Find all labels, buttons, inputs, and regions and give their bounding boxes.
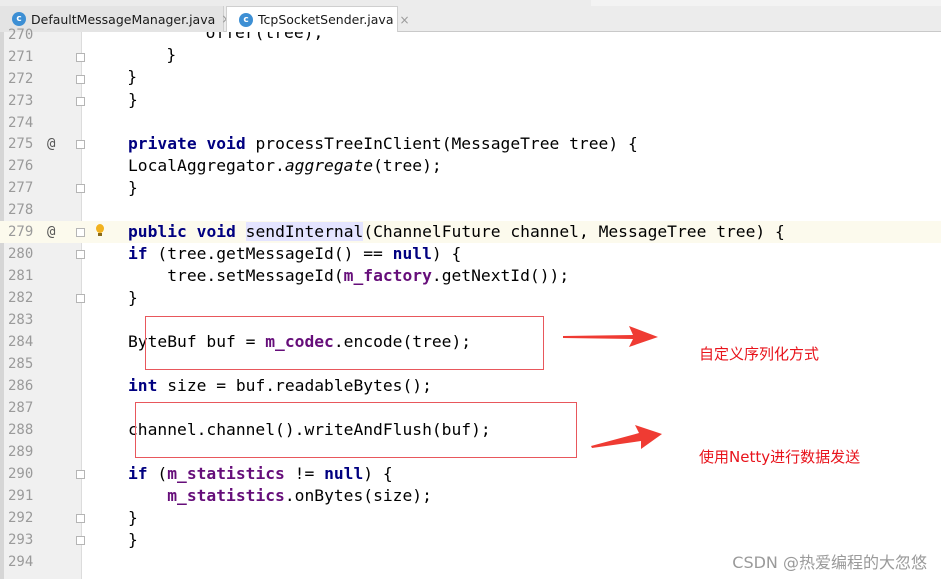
code-line: private void processTreeInClient(Message… xyxy=(128,134,638,153)
code-line: } xyxy=(128,178,138,197)
red-arrow-icon xyxy=(563,326,658,347)
code-line: } xyxy=(128,530,138,549)
line-number: 287 xyxy=(8,400,34,416)
line-number: 275 xyxy=(8,136,34,152)
line-number: 278 xyxy=(8,202,34,218)
tab-bar-empty-area xyxy=(591,0,941,6)
code-line: tree.setMessageId(m_factory.getNextId())… xyxy=(128,266,570,285)
code-line: } xyxy=(128,288,138,307)
class-c-icon: c xyxy=(239,12,253,27)
override-marker-icon[interactable]: @ xyxy=(47,221,55,243)
code-line: } xyxy=(128,90,138,109)
line-number: 274 xyxy=(8,115,34,131)
line-number: 293 xyxy=(8,532,34,548)
highlight-box-encode xyxy=(145,316,544,370)
tab-label: DefaultMessageManager.java xyxy=(31,11,216,27)
code-line: } xyxy=(128,508,138,527)
csdn-watermark: CSDN @热爱编程的大忽悠 xyxy=(732,553,927,572)
line-number: 283 xyxy=(8,312,34,328)
code-line: m_statistics.onBytes(size); xyxy=(167,486,432,505)
line-number: 271 xyxy=(8,49,34,65)
tab-label: TcpSocketSender.java xyxy=(258,12,394,27)
code-line: public void sendInternal(ChannelFuture c… xyxy=(128,222,785,241)
code-line: } xyxy=(88,67,138,86)
editor-tab-bar: c DefaultMessageManager.java × c TcpSock… xyxy=(0,0,941,32)
line-number: 272 xyxy=(8,71,34,87)
netty-note: 使用Netty进行数据发送 xyxy=(699,448,861,466)
line-number: 281 xyxy=(8,268,34,284)
line-number: 290 xyxy=(8,466,34,482)
code-editor[interactable]: offer(tree); } } } private void processT… xyxy=(82,32,941,579)
code-line: if (tree.getMessageId() == null) { xyxy=(128,244,462,263)
code-line: LocalAggregator.aggregate(tree); xyxy=(128,156,442,175)
line-number: 273 xyxy=(8,93,34,109)
override-marker-icon[interactable]: @ xyxy=(47,133,55,155)
red-arrow-icon xyxy=(591,425,662,449)
line-number: 277 xyxy=(8,180,34,196)
close-icon[interactable]: × xyxy=(400,13,410,27)
code-line: int size = buf.readableBytes(); xyxy=(128,376,432,395)
tab-default-message-manager[interactable]: c DefaultMessageManager.java × xyxy=(0,6,231,32)
highlight-box-write-flush xyxy=(135,402,577,458)
gutter-edge xyxy=(0,32,4,579)
code-line: } xyxy=(88,45,177,64)
line-number: 270 xyxy=(8,27,34,43)
serialization-note: 自定义序列化方式 xyxy=(699,345,820,363)
line-number: 282 xyxy=(8,290,34,306)
line-number: 280 xyxy=(8,246,34,262)
line-number: 294 xyxy=(8,554,34,570)
code-line: if (m_statistics != null) { xyxy=(128,464,393,483)
line-number: 286 xyxy=(8,378,34,394)
line-number: 285 xyxy=(8,356,34,372)
line-number: 291 xyxy=(8,488,34,504)
line-number: 284 xyxy=(8,334,34,350)
line-number: 289 xyxy=(8,444,34,460)
line-number: 279 xyxy=(8,224,34,240)
line-number: 292 xyxy=(8,510,34,526)
code-line: offer(tree); xyxy=(88,32,324,42)
tab-tcp-socket-sender[interactable]: c TcpSocketSender.java × xyxy=(226,6,410,32)
line-number: 288 xyxy=(8,422,34,438)
line-number: 276 xyxy=(8,158,34,174)
